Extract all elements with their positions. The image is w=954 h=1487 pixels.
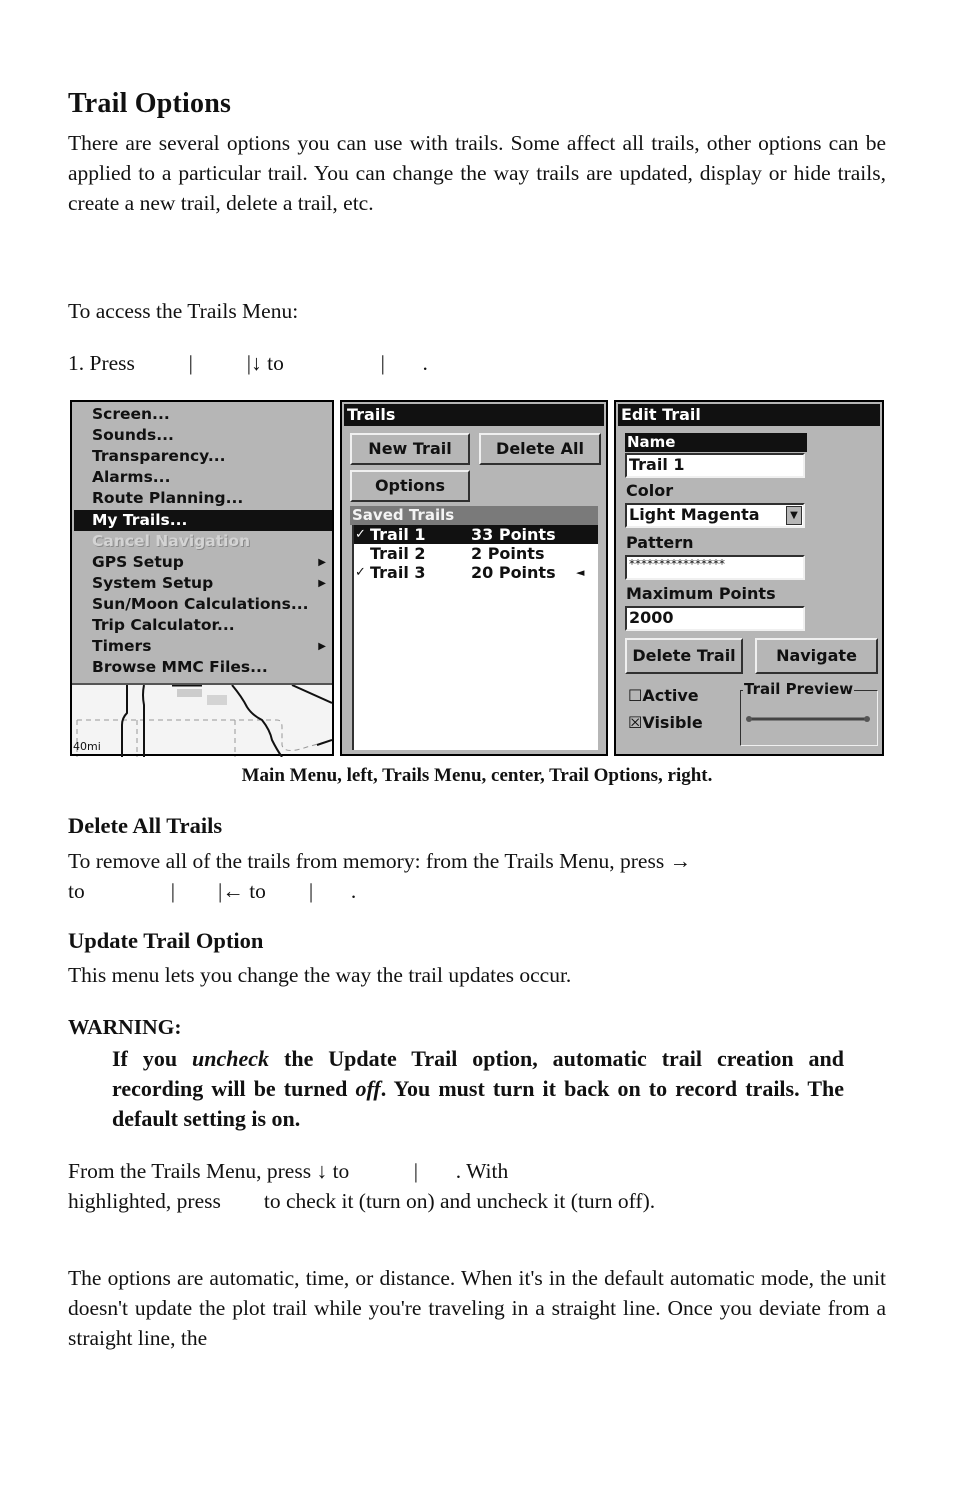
from-trails-line-1: From the Trails Menu, press ↓ to | . Wit…: [68, 1159, 509, 1183]
delete-all-line-1: To remove all of the trails from memory:…: [68, 849, 692, 873]
trail-name: Trail 2: [370, 544, 426, 563]
main-menu-item[interactable]: Trip Calculator...: [92, 615, 332, 636]
visible-checkbox[interactable]: ☒: [628, 713, 642, 732]
color-select[interactable]: Light Magenta ▼: [625, 503, 805, 528]
from-trails-line-2: highlighted, press to check it (turn on)…: [68, 1189, 656, 1213]
pattern-label: Pattern: [626, 533, 694, 552]
warning-emphasis-off: off: [355, 1076, 381, 1101]
trail-preview-line: [746, 716, 870, 722]
submenu-arrow-icon: ▶: [318, 577, 326, 589]
trail-name: Trail 3: [370, 563, 426, 582]
submenu-arrow-icon: ▶: [318, 556, 326, 568]
main-menu-item-label: Sounds...: [92, 426, 174, 445]
delete-all-heading: Delete All Trails: [68, 813, 223, 838]
active-label: Active: [642, 686, 699, 705]
main-menu-item[interactable]: My Trails...: [74, 509, 332, 531]
warning-label: WARNING:: [68, 1015, 182, 1039]
new-trail-button[interactable]: New Trail: [350, 433, 470, 465]
trail-name: Trail 1: [370, 525, 426, 544]
trail-row[interactable]: Trail 2 2 Points: [354, 544, 598, 563]
main-menu-item[interactable]: Alarms...: [92, 467, 332, 488]
trail-points: 33 Points: [471, 525, 556, 544]
main-menu-item[interactable]: System Setup ▶: [92, 573, 332, 594]
dropdown-arrow-icon[interactable]: ▼: [786, 506, 802, 525]
visible-checkbox-row[interactable]: ☒Visible: [628, 713, 703, 732]
saved-trails-list: ✓ Trail 1 33 Points Trail 2 2 Points ✓ Trail 3…: [352, 525, 598, 750]
main-menu-item-label: Sun/Moon Calculations...: [92, 594, 309, 613]
main-menu-item[interactable]: Transparency...: [92, 446, 332, 467]
trail-row[interactable]: ✓ Trail 1 33 Points: [354, 525, 598, 544]
main-menu-item[interactable]: Timers ▶: [92, 636, 332, 657]
main-menu-screen: Screen... Sounds... Transparency... Alarms.…: [70, 400, 334, 757]
warning-text-1: If you: [112, 1046, 193, 1071]
main-menu-item-label: My Trails...: [92, 510, 188, 529]
update-trail-heading: Update Trail Option: [68, 928, 264, 953]
active-checkbox-row[interactable]: ☐Active: [628, 686, 699, 705]
main-menu-item[interactable]: Browse MMC Files...: [92, 657, 332, 678]
pattern-field[interactable]: ****************: [625, 555, 805, 580]
intro-paragraph: There are several options you can use wi…: [68, 131, 886, 215]
main-menu-item-label: Timers: [92, 637, 152, 656]
main-menu-item-label: Transparency...: [92, 447, 226, 466]
main-menu-item-label: Alarms...: [92, 468, 171, 487]
name-field[interactable]: Trail 1: [625, 453, 805, 478]
update-trail-body: This menu lets you change the way the tr…: [68, 963, 572, 987]
edit-trail-title: Edit Trail: [618, 404, 880, 426]
max-points-field[interactable]: 2000: [625, 606, 805, 631]
navigate-button[interactable]: Navigate: [755, 638, 878, 674]
main-menu-item-label: Trip Calculator...: [92, 616, 235, 634]
access-label: To access the Trails Menu:: [68, 299, 299, 323]
trails-menu-screen: Trails New Trail Delete All Options Save…: [340, 400, 608, 756]
page-title: Trail Options: [68, 88, 232, 119]
color-label: Color: [626, 481, 674, 500]
edit-trail-screen: Edit Trail Name Trail 1 Color Light Mage…: [614, 400, 884, 756]
map-scale-label: 40mi: [73, 740, 101, 753]
trail-row[interactable]: ✓ Trail 3 20 Points ◄: [354, 563, 598, 582]
step-1: 1. Press | |↓ to | .: [68, 351, 428, 375]
main-menu-item[interactable]: Sun/Moon Calculations...: [92, 594, 332, 615]
options-button[interactable]: Options: [350, 470, 470, 502]
max-points-label: Maximum Points: [626, 584, 776, 603]
warning-emphasis-uncheck: uncheck: [192, 1046, 270, 1071]
main-menu-item[interactable]: Screen...: [92, 404, 332, 425]
saved-trails-header: Saved Trails: [350, 506, 598, 525]
map-graphic: [76, 685, 332, 757]
main-menu-item[interactable]: Sounds...: [92, 425, 332, 446]
delete-all-button[interactable]: Delete All: [479, 433, 601, 465]
delete-trail-button[interactable]: Delete Trail: [625, 638, 743, 674]
active-trail-arrow-icon: ◄: [576, 566, 585, 579]
trails-title: Trails: [344, 404, 604, 426]
main-menu-item: Cancel Navigation: [92, 531, 332, 552]
main-menu-item-label: Browse MMC Files...: [92, 658, 268, 677]
trail-points: 2 Points: [471, 544, 545, 563]
main-menu-item-label: Screen...: [92, 405, 170, 423]
figure-caption: Main Menu, left, Trails Menu, center, Tr…: [241, 765, 713, 786]
trail-preview-box: Trail Preview: [740, 680, 878, 746]
main-menu-item-label: Route Planning...: [92, 489, 244, 508]
warning-body: If you uncheck the Update Trail option, …: [112, 1044, 844, 1134]
options-paragraph: The options are automatic, time, or dist…: [68, 1266, 886, 1350]
main-menu-list: Screen... Sounds... Transparency... Alarms.…: [72, 402, 332, 683]
color-value: Light Magenta: [629, 505, 760, 524]
trail-points: 20 Points: [471, 563, 556, 582]
main-menu-item[interactable]: GPS Setup ▶: [92, 552, 332, 573]
map-view: 40mi: [72, 683, 332, 757]
active-checkbox[interactable]: ☐: [628, 686, 642, 705]
main-menu-item-label: Cancel Navigation: [92, 531, 251, 550]
check-icon: ✓: [355, 527, 366, 542]
main-menu-item-label: System Setup: [92, 573, 214, 592]
delete-all-line-2: to | |← to | .: [68, 879, 357, 903]
submenu-arrow-icon: ▶: [318, 641, 326, 653]
name-label: Name: [625, 433, 807, 452]
main-menu-item-label: GPS Setup: [92, 552, 184, 571]
visible-label: Visible: [642, 713, 703, 732]
check-icon: ✓: [355, 565, 366, 580]
main-menu-item[interactable]: Route Planning...: [92, 488, 332, 509]
